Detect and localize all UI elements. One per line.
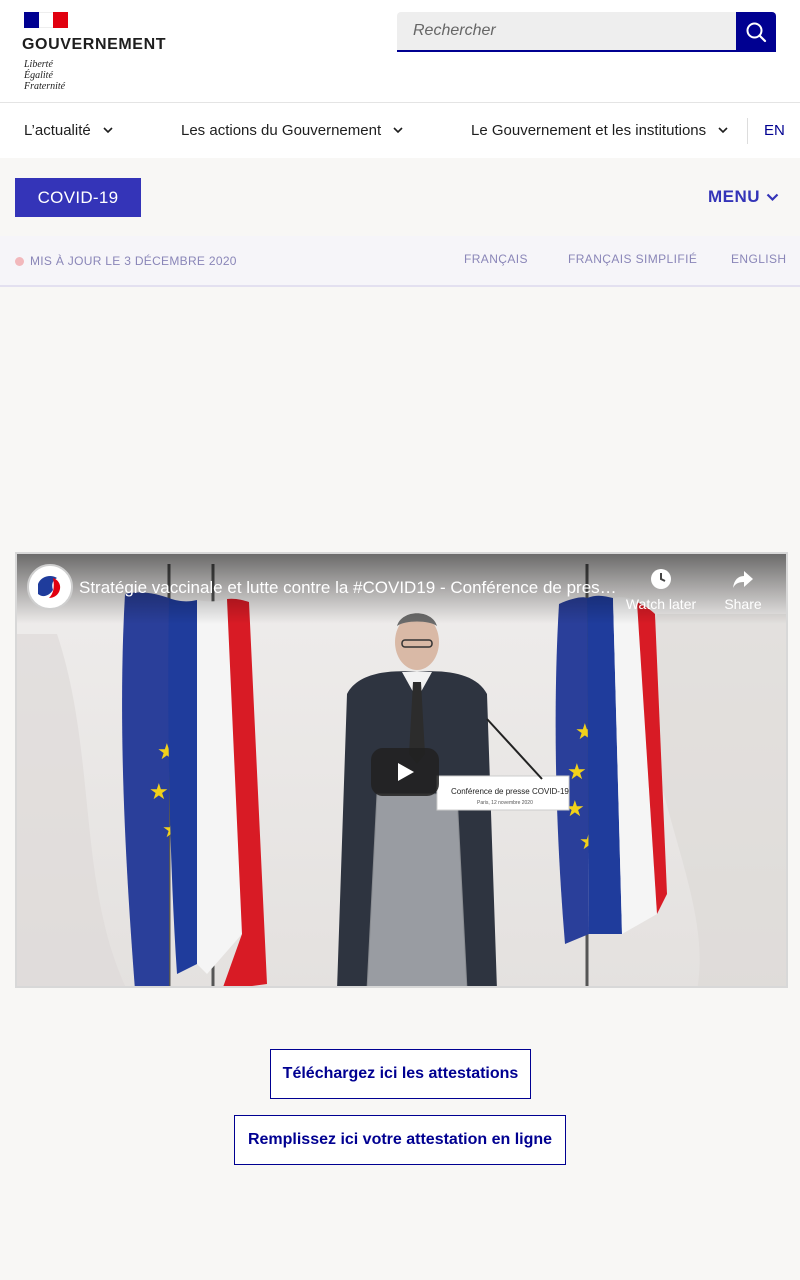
nav-item-institutions[interactable]: Le Gouvernement et les institutions — [471, 103, 728, 158]
covid-section-bar: COVID-19 MENU — [0, 158, 800, 236]
motto-line: Égalité — [24, 70, 53, 81]
language-link-english[interactable]: ENGLISH — [731, 252, 786, 266]
watch-later-label: Watch later — [625, 596, 697, 612]
nav-item-actions[interactable]: Les actions du Gouvernement — [181, 103, 403, 158]
page-meta-bar: MIS À JOUR LE 3 DÉCEMBRE 2020 FRANÇAIS F… — [0, 236, 800, 287]
video-title[interactable]: Stratégie vaccinale et lutte contre la #… — [79, 578, 619, 598]
search-button[interactable] — [736, 12, 776, 52]
main-navigation: L’actualité Les actions du Gouvernement … — [0, 103, 800, 158]
motto-line: Fraternité — [24, 81, 66, 92]
language-link-francais-simplifie[interactable]: FRANÇAIS SIMPLIFIÉ — [568, 252, 697, 266]
chevron-down-icon — [766, 193, 779, 202]
svg-text:★: ★ — [567, 759, 587, 784]
menu-label: MENU — [708, 187, 761, 206]
chevron-down-icon — [718, 127, 728, 134]
search-bar — [397, 12, 776, 52]
share-label: Share — [724, 596, 762, 612]
chevron-down-icon — [393, 127, 403, 134]
nav-item-label: Le Gouvernement et les institutions — [471, 122, 707, 139]
chevron-down-icon — [103, 127, 113, 134]
nav-item-actualite[interactable]: L’actualité — [24, 103, 113, 158]
update-date: MIS À JOUR LE 3 DÉCEMBRE 2020 — [30, 254, 237, 268]
channel-avatar[interactable] — [27, 564, 73, 610]
lectern-subtitle: Paris, 12 novembre 2020 — [477, 800, 533, 806]
video-player[interactable]: ★ ★ ★ ★ ★ ★ ★ ★ Conférence — [15, 552, 788, 988]
update-status: MIS À JOUR LE 3 DÉCEMBRE 2020 — [15, 254, 237, 268]
motto-line: Liberté — [24, 59, 53, 70]
covid-tag-button[interactable]: COVID-19 — [15, 178, 141, 217]
government-logo[interactable]: GOUVERNEMENT Liberté Égalité Fraternité — [22, 12, 182, 94]
language-switch-en[interactable]: EN — [764, 103, 785, 158]
site-name: GOUVERNEMENT — [22, 36, 167, 53]
download-attestations-button[interactable]: Téléchargez ici les attestations — [270, 1049, 531, 1099]
search-input[interactable] — [397, 12, 736, 52]
svg-text:★: ★ — [149, 779, 169, 804]
site-header: GOUVERNEMENT Liberté Égalité Fraternité — [0, 0, 800, 103]
play-icon — [398, 763, 414, 781]
status-dot-icon — [15, 256, 24, 266]
language-link-francais[interactable]: FRANÇAIS — [464, 252, 528, 266]
clock-icon — [651, 569, 671, 589]
marianne-flag-icon — [24, 12, 68, 28]
lectern-title: Conférence de presse COVID-19 — [451, 787, 569, 796]
nav-item-label: L’actualité — [24, 122, 91, 139]
watch-later-button[interactable]: Watch later — [621, 568, 701, 612]
play-button[interactable] — [371, 748, 439, 796]
nav-item-label: Les actions du Gouvernement — [181, 122, 382, 139]
marianne-logo-icon — [29, 566, 71, 608]
share-icon — [733, 571, 753, 588]
fill-attestation-online-button[interactable]: Remplissez ici votre attestation en lign… — [234, 1115, 566, 1165]
menu-button[interactable]: MENU — [708, 186, 779, 208]
nav-divider — [747, 118, 748, 144]
search-icon — [746, 22, 767, 43]
share-button[interactable]: Share — [703, 568, 783, 612]
republic-motto: Liberté Égalité Fraternité — [24, 59, 65, 92]
